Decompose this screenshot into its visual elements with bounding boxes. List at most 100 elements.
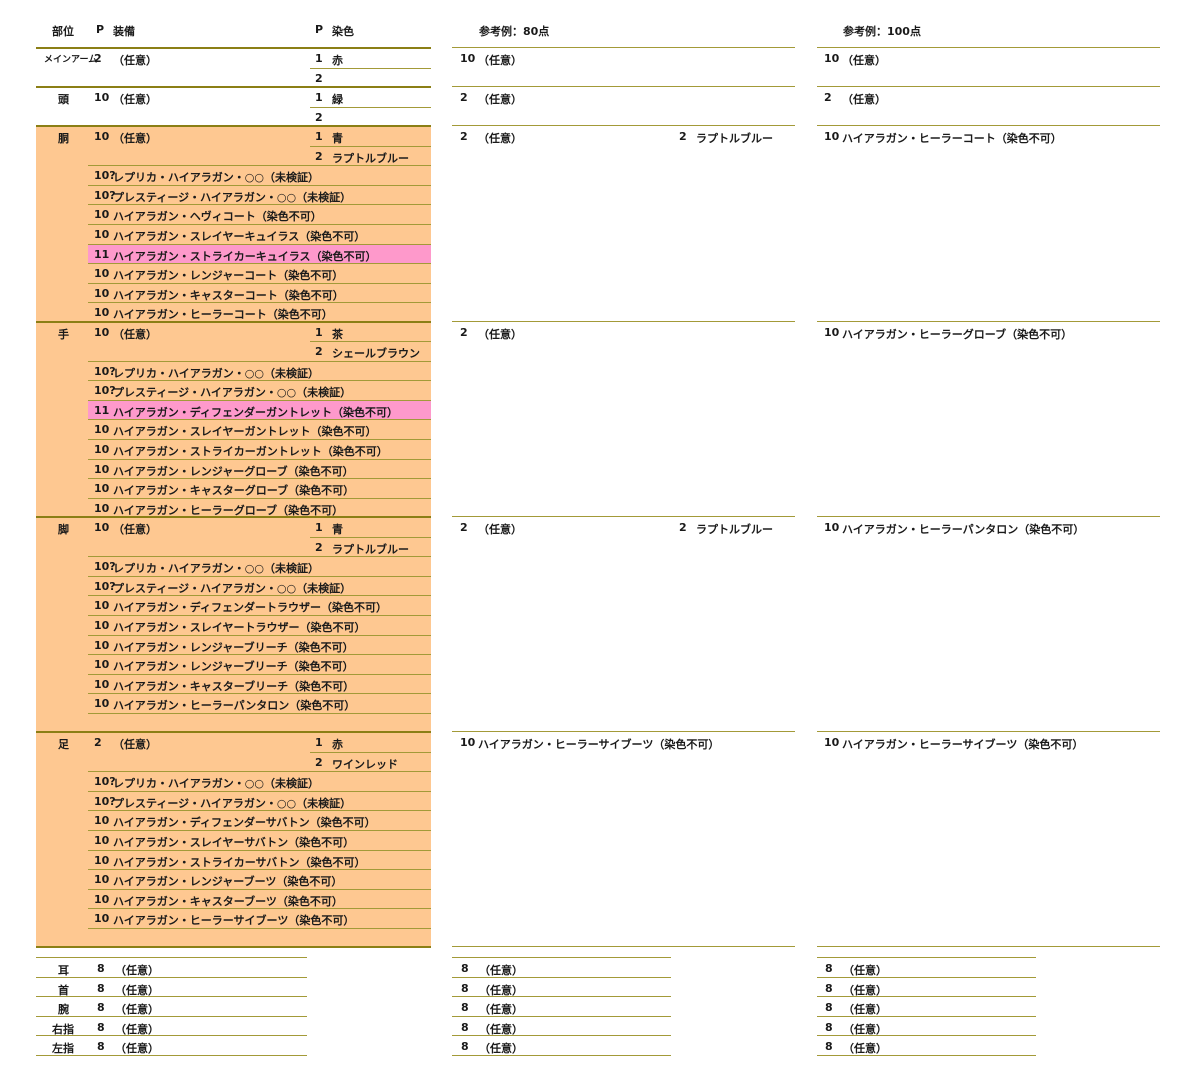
section-label: 手	[58, 327, 69, 341]
acc80-rule-top	[452, 957, 671, 958]
acc-rule	[36, 1035, 307, 1037]
row-rule	[88, 908, 431, 910]
equip-points: 10	[94, 501, 110, 515]
header-part: 部位	[52, 25, 74, 38]
section-rule	[36, 86, 431, 89]
equip-name: （任意）	[113, 523, 157, 537]
dye-name: 青	[332, 523, 343, 537]
row-rule	[88, 712, 431, 714]
equip-name: ハイアラガン・ディフェンダーガントレット（染色不可）	[113, 405, 399, 419]
ref100-points: 2	[824, 91, 832, 105]
section-label: メインアーム	[44, 55, 98, 65]
acc-points: 8	[97, 1001, 105, 1015]
row-rule	[88, 634, 431, 636]
ref80-points: 10	[460, 52, 476, 65]
dye-points: 2	[315, 540, 323, 554]
equip-points: 10	[94, 482, 110, 496]
equip-points: 10	[94, 306, 110, 320]
dye-name: 青	[332, 132, 343, 146]
ref100-rule	[817, 47, 1160, 48]
acc100-rule	[817, 1035, 1036, 1037]
acc-rule	[36, 996, 307, 998]
equip-name: ハイアラガン・ヒーラーサイブーツ（染色不可）	[113, 914, 355, 928]
ref80-dye-points: 2	[679, 521, 687, 535]
row-rule	[88, 614, 431, 616]
acc-rule	[36, 976, 307, 978]
acc-points: 8	[97, 1020, 105, 1034]
dye-points: 1	[315, 325, 323, 339]
ref100-equip: ハイアラガン・ヒーラーコート（染色不可）	[842, 132, 1062, 146]
equip-name: ハイアラガン・ヘヴィコート（染色不可）	[113, 210, 322, 224]
acc80-rule	[452, 1035, 671, 1037]
acc80-points: 8	[461, 1040, 469, 1054]
ref80-dye-points: 2	[679, 130, 687, 144]
acc-points: 8	[97, 962, 105, 975]
acc80-points: 8	[461, 962, 469, 975]
ref80-rule	[452, 320, 795, 322]
dye-points: 1	[315, 736, 323, 750]
row-rule	[88, 693, 431, 695]
section-label-bg	[36, 732, 88, 948]
acc80-points: 8	[461, 1020, 469, 1034]
row-rule	[88, 830, 431, 831]
ref100-points: 10	[824, 521, 840, 535]
row-rule	[88, 302, 431, 304]
ref100-rule	[817, 320, 1160, 322]
equip-name: レプリカ・ハイアラガン・○○（未検証）	[113, 777, 319, 791]
row-rule	[310, 536, 431, 538]
dye-name: 赤	[332, 738, 343, 752]
equip-name: （任意）	[113, 738, 157, 752]
equip-points: 10	[94, 599, 110, 613]
equip-name: ハイアラガン・ディフェンダーサバトン（染色不可）	[113, 816, 376, 830]
row-rule	[88, 184, 431, 186]
acc80-rule	[452, 996, 671, 998]
ref100-rule	[817, 516, 1160, 518]
ref80-points: 2	[460, 130, 468, 144]
ref80-dye: ラプトルブルー	[696, 523, 773, 537]
row-rule	[88, 165, 431, 167]
equip-name: プレスティージ・ハイアラガン・○○（未検証）	[113, 796, 352, 810]
acc-points: 8	[97, 1040, 105, 1054]
ref100-points: 10	[824, 52, 840, 65]
ref100-equip: ハイアラガン・ヒーラーサイブーツ（染色不可）	[842, 738, 1084, 752]
row-rule	[88, 790, 431, 792]
acc100-points: 8	[825, 981, 833, 995]
equip-name: レプリカ・ハイアラガン・○○（未検証）	[113, 366, 319, 380]
dye-name: 茶	[332, 327, 343, 341]
section-label: 足	[58, 738, 69, 752]
equip-name: （任意）	[113, 327, 157, 341]
equip-points: 10	[94, 423, 110, 437]
acc100-points: 8	[825, 1001, 833, 1015]
section-label: 胴	[58, 132, 69, 146]
dye-points: 2	[315, 110, 323, 124]
row-rule	[88, 771, 431, 773]
header-dye: 染色	[332, 25, 354, 38]
ref80-equip: ハイアラガン・ヒーラーサイブーツ（染色不可）	[478, 738, 720, 752]
section-rule	[36, 47, 431, 49]
row-rule	[88, 439, 431, 440]
equip-name: ハイアラガン・スレイヤーガントレット（染色不可）	[113, 425, 377, 439]
dye-points: 2	[315, 755, 323, 769]
row-rule	[88, 360, 431, 362]
equip-points: 10	[94, 892, 110, 906]
row-rule	[88, 556, 431, 558]
acc-rule	[36, 1054, 307, 1056]
equip-points: 10	[94, 834, 110, 847]
acc100-points: 8	[825, 1020, 833, 1034]
dye-points: 1	[315, 521, 323, 535]
section-rule	[36, 516, 431, 519]
header-p1: P	[96, 23, 105, 36]
equip-name: ハイアラガン・レンジャーブーツ（染色不可）	[113, 875, 343, 889]
equip-name: ハイアラガン・ストライカーサバトン（染色不可）	[113, 855, 366, 869]
row-rule	[88, 595, 431, 597]
equip-name: ハイアラガン・キャスターコート（染色不可）	[113, 288, 344, 302]
equip-points: 10	[94, 462, 110, 476]
dye-name: ワインレッド	[332, 757, 398, 771]
ref100-rule	[817, 125, 1160, 127]
equip-name: ハイアラガン・キャスターブーツ（染色不可）	[113, 894, 343, 908]
dye-name: 緑	[332, 93, 343, 107]
acc100-rule	[817, 1015, 1036, 1017]
equip-points: 2	[94, 52, 102, 65]
ref80-points: 2	[460, 91, 468, 105]
equip-points: 10	[94, 912, 110, 926]
